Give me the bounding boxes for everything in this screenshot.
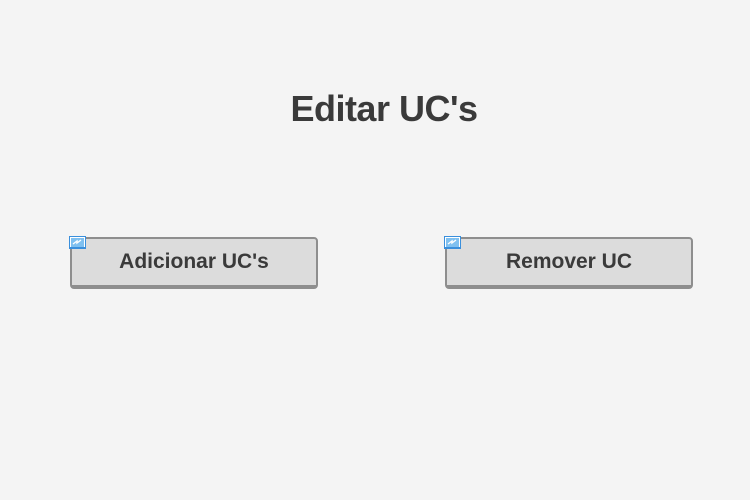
remove-uc-button-wrapper: Remover UC: [444, 236, 694, 290]
add-uc-button-wrapper: Adicionar UC's: [69, 236, 319, 290]
add-uc-button[interactable]: Adicionar UC's: [70, 237, 318, 289]
remove-uc-button[interactable]: Remover UC: [445, 237, 693, 289]
page: Editar UC's Adicionar UC's Remover UC: [0, 0, 750, 500]
page-title: Editar UC's: [290, 88, 478, 129]
link-icon: [444, 236, 461, 249]
link-icon: [69, 236, 86, 249]
